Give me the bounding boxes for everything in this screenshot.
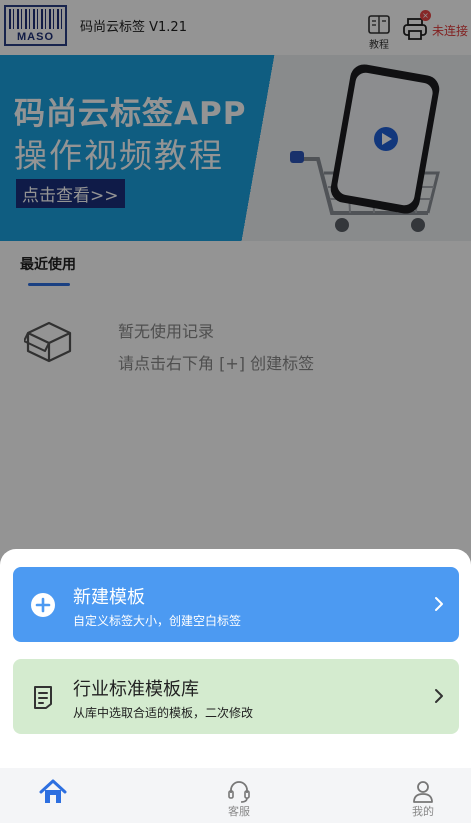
new-template-card[interactable]: 新建模板 自定义标签大小，创建空白标签 [13, 567, 459, 642]
new-template-subtitle: 自定义标签大小，创建空白标签 [73, 614, 242, 628]
home-icon [39, 779, 67, 803]
template-library-subtitle: 从库中选取合适的模板，二次修改 [73, 706, 254, 720]
headset-icon [228, 781, 250, 803]
nav-mine-label: 我的 [412, 805, 434, 818]
document-icon [34, 686, 52, 709]
template-library-card[interactable]: 行业标准模板库 从库中选取合适的模板，二次修改 [13, 659, 459, 734]
chevron-right-icon [435, 597, 443, 611]
nav-service-label: 客服 [228, 805, 250, 818]
template-library-title: 行业标准模板库 [73, 679, 199, 700]
chevron-right-icon [435, 689, 443, 703]
nav-customer-service[interactable]: 客服 [199, 768, 279, 823]
new-template-title: 新建模板 [73, 587, 145, 608]
nav-mine[interactable]: 我的 [383, 768, 463, 823]
plus-circle-icon [31, 593, 55, 617]
nav-home[interactable] [13, 768, 93, 823]
bottom-navigation: 客服 我的 [0, 768, 471, 823]
user-icon [413, 781, 433, 803]
